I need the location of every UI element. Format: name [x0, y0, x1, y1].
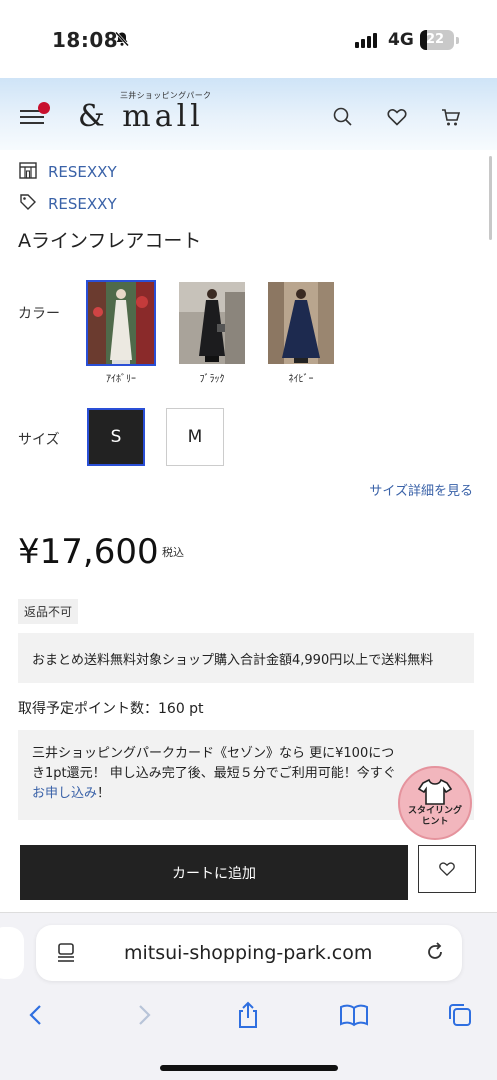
styling-hint-button[interactable]: スタイリング ヒント [398, 766, 472, 840]
color-name: ｱｲﾎﾞﾘｰ [106, 374, 136, 385]
browser-nav [0, 995, 497, 1035]
forward-icon[interactable] [124, 995, 164, 1035]
product-price: ¥17,600 [18, 532, 159, 572]
size-option-m[interactable]: M [166, 408, 224, 466]
page-scrollbar[interactable] [489, 156, 492, 240]
brand-name-link[interactable]: RESEXXY [48, 195, 117, 213]
network-type: 4G [388, 30, 414, 50]
tax-label: 税込 [162, 546, 184, 559]
browser-toolbar: mitsui-shopping-park.com [0, 912, 497, 1080]
color-label: カラー [18, 306, 60, 322]
tshirt-icon [418, 778, 452, 805]
signal-icon [355, 33, 377, 48]
card-apply-link[interactable]: お申し込み [32, 786, 97, 801]
no-return-badge: 返品不可 [18, 599, 79, 624]
notification-dot [38, 102, 50, 114]
store-row[interactable]: RESEXXY [18, 160, 117, 184]
color-name: ﾈｲﾋﾞｰ [288, 374, 314, 385]
color-option-ivory[interactable]: ｱｲﾎﾞﾘｰ [86, 280, 156, 385]
points-text: 取得予定ポイント数：160 pt [18, 701, 204, 717]
share-icon[interactable] [228, 995, 268, 1035]
store-icon [18, 160, 38, 184]
status-bar: 18:08 4G 22 [0, 0, 497, 78]
color-option-navy[interactable]: ﾈｲﾋﾞｰ [268, 282, 334, 385]
heart-icon[interactable] [386, 106, 408, 128]
color-name: ﾌﾞﾗｯｸ [199, 374, 225, 385]
card-promo-end: ！ [97, 786, 111, 801]
logo-text: & mall [78, 99, 204, 134]
store-name-link[interactable]: RESEXXY [48, 163, 117, 181]
battery-tip [456, 37, 459, 44]
bell-muted-icon [114, 31, 130, 51]
styling-hint-line2: ヒント [421, 817, 449, 827]
heart-icon [439, 862, 455, 877]
cart-icon[interactable] [440, 106, 462, 128]
bookmarks-icon[interactable] [334, 995, 374, 1035]
add-to-cart-button[interactable]: カートに追加 [20, 845, 408, 900]
shipping-note: おまとめ送料無料対象ショップ購入合計金額4,990円以上で送料無料 [32, 653, 434, 668]
tag-icon [18, 192, 38, 216]
site-header: 三井ショッピングパーク & mall [0, 78, 497, 150]
product-title: Aラインフレアコート [18, 230, 202, 252]
shipping-note-box: おまとめ送料無料対象ショップ購入合計金額4,990円以上で送料無料 [18, 633, 474, 683]
back-icon[interactable] [16, 995, 56, 1035]
page-menu-icon[interactable] [56, 942, 76, 968]
color-option-black[interactable]: ﾌﾞﾗｯｸ [179, 282, 245, 385]
status-time: 18:08 [52, 28, 119, 52]
color-thumbnail[interactable] [268, 282, 334, 364]
battery-icon: 22 [420, 30, 454, 50]
reload-icon[interactable] [424, 941, 446, 967]
address-bar[interactable]: mitsui-shopping-park.com [36, 925, 462, 981]
url-text[interactable]: mitsui-shopping-park.com [124, 942, 372, 964]
tabs-icon[interactable] [440, 995, 480, 1035]
search-icon[interactable] [332, 106, 354, 128]
brand-row[interactable]: RESEXXY [18, 192, 117, 216]
previous-tab-peek[interactable] [0, 927, 24, 979]
color-thumbnail[interactable] [86, 280, 156, 366]
card-promo-text: 三井ショッピングパークカード《セゾン》なら 更に¥100につき1pt還元！ 申し… [32, 746, 396, 781]
battery-level: 22 [425, 32, 445, 47]
styling-hint-line1: スタイリング [407, 806, 462, 816]
site-logo[interactable]: 三井ショッピングパーク & mall [78, 90, 211, 134]
favorite-button[interactable] [418, 845, 476, 893]
color-thumbnail[interactable] [179, 282, 245, 364]
size-option-s[interactable]: S [87, 408, 145, 466]
size-label: サイズ [18, 432, 60, 448]
home-indicator [160, 1065, 338, 1071]
size-detail-link[interactable]: サイズ詳細を見る [369, 480, 473, 499]
